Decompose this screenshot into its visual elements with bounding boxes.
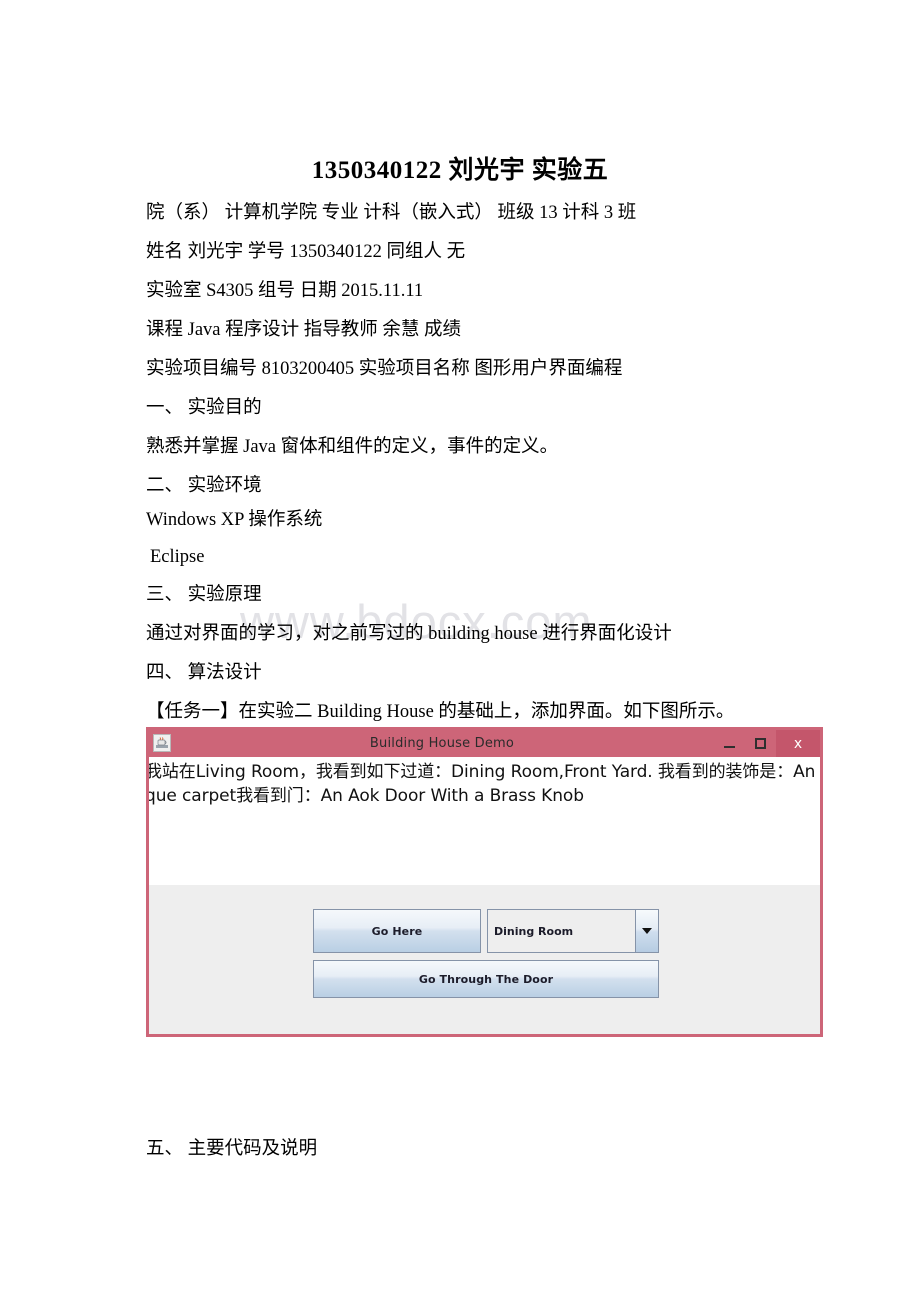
java-coffee-cup-icon: [153, 734, 171, 752]
page-title: 1350340122 刘光宇 实验五: [311, 157, 609, 184]
embedded-java-window-screenshot: Building House Demo x 我站在Living Room，我看到…: [146, 727, 823, 1037]
doc-line-course: 课程 Java 程序设计 指导教师 余慧 成绩: [146, 320, 461, 340]
doc-line-name: 姓名 刘光宇 学号 1350340122 同组人 无: [146, 242, 466, 262]
doc-line-purpose: 熟悉并掌握 Java 窗体和组件的定义，事件的定义。: [146, 437, 559, 457]
doc-line-lab: 实验室 S4305 组号 日期 2015.11.11: [146, 281, 424, 301]
output-text-line-2: que carpet我看到门：An Aok Door With a Brass …: [149, 786, 584, 806]
maximize-button[interactable]: [745, 730, 776, 757]
control-panel: Go Here Dining Room Go Through The Door: [149, 885, 820, 1034]
doc-line-os: Windows XP 操作系统: [146, 510, 323, 530]
control-row-top: Go Here Dining Room: [313, 909, 659, 953]
doc-heading-5: 五、 主要代码及说明: [146, 1139, 318, 1159]
doc-line-principle: 通过对界面的学习，对之前写过的 building house 进行界面化设计: [146, 624, 672, 644]
output-text-line-1: 我站在Living Room，我看到如下过道：Dining Room,Front…: [149, 762, 820, 782]
go-here-button[interactable]: Go Here: [313, 909, 481, 953]
close-button[interactable]: x: [776, 730, 820, 757]
minimize-icon: [724, 745, 735, 748]
minimize-button[interactable]: [714, 730, 745, 757]
window-controls: x: [714, 730, 820, 757]
go-through-the-door-button[interactable]: Go Through The Door: [313, 960, 659, 998]
doc-line-department: 院（系） 计算机学院 专业 计科（嵌入式） 班级 13 计科 3 班: [146, 203, 637, 223]
doc-heading-4: 四、 算法设计: [146, 663, 262, 683]
chevron-down-icon[interactable]: [636, 910, 658, 952]
maximize-icon: [755, 738, 766, 749]
doc-heading-3: 三、 实验原理: [146, 585, 262, 605]
doc-line-ide: Eclipse: [150, 547, 205, 567]
triangle-down-glyph: [642, 928, 652, 934]
doc-heading-1: 一、 实验目的: [146, 398, 262, 418]
room-combobox-value: Dining Room: [488, 910, 636, 952]
window-title-bar: Building House Demo x: [149, 730, 820, 757]
room-combobox[interactable]: Dining Room: [487, 909, 659, 953]
doc-heading-2: 二、 实验环境: [146, 476, 262, 496]
output-textarea[interactable]: 我站在Living Room，我看到如下过道：Dining Room,Front…: [149, 757, 820, 885]
document-page: www.bdocx.com 1350340122 刘光宇 实验五 院（系） 计算…: [0, 0, 920, 1302]
doc-line-task1: 【任务一】在实验二 Building House 的基础上，添加界面。如下图所示…: [146, 702, 735, 722]
doc-line-project: 实验项目编号 8103200405 实验项目名称 图形用户界面编程: [146, 359, 623, 379]
